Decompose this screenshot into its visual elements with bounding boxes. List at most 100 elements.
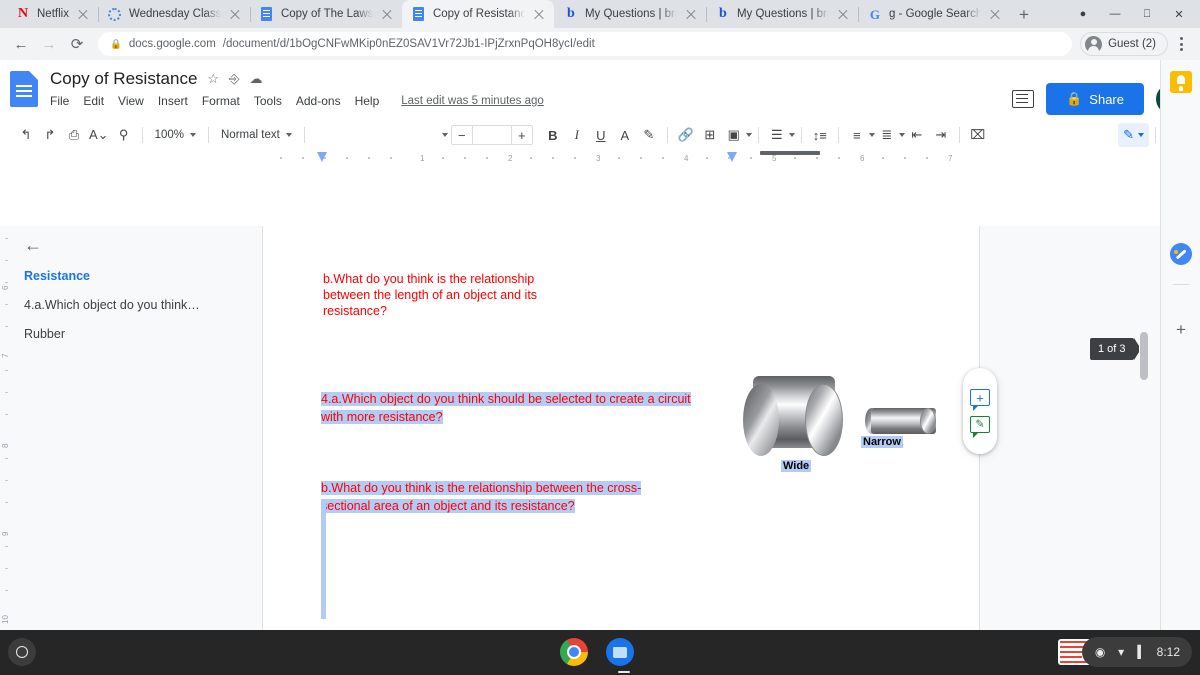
decrease-font-size-button[interactable]: − <box>452 128 472 143</box>
move-to-folder-icon[interactable]: ⎆ <box>229 71 239 87</box>
editing-mode-button[interactable]: ✎ <box>1118 123 1149 147</box>
navigation-bar: ← → ⟳ 🔒 docs.google.com/document/d/1bOgC… <box>0 28 1200 60</box>
tab-google-search[interactable]: G g - Google Search <box>858 0 1010 28</box>
tab-wednesday-class[interactable]: Wednesday Class <box>98 0 251 28</box>
paragraph-cross-sectional-question[interactable]: b.What do you think is the relationship … <box>321 479 661 515</box>
browser-window: N Netflix Wednesday Class Copy of The La… <box>0 0 1200 675</box>
bold-button[interactable]: B <box>541 123 565 147</box>
highlight-icon[interactable]: ✎ <box>637 123 661 147</box>
star-icon[interactable]: ☆ <box>207 71 219 87</box>
clock: 8:12 <box>1156 645 1180 659</box>
outline-item-resistance[interactable]: Resistance <box>24 269 254 283</box>
tab-copy-of-resistance[interactable]: Copy of Resistance <box>401 0 554 28</box>
outline-item-question-4a[interactable]: 4.a.Which object do you think… <box>24 298 254 312</box>
close-icon[interactable] <box>228 7 242 21</box>
close-window-button[interactable]: ✕ <box>1164 0 1194 28</box>
menu-add-ons[interactable]: Add-ons <box>296 94 341 108</box>
text-color-button[interactable]: A <box>613 123 637 147</box>
suggest-edit-icon[interactable]: ✎ <box>970 416 990 438</box>
link-icon[interactable]: 🔗 <box>674 123 698 147</box>
add-comment-icon[interactable]: + <box>970 389 990 411</box>
lock-icon: 🔒 <box>110 38 122 50</box>
line-spacing-icon[interactable]: ↕≡ <box>808 123 832 147</box>
extensions-icon[interactable]: ● <box>1068 0 1098 28</box>
redo-icon[interactable]: ↱ <box>38 123 62 147</box>
open-comment-history-icon[interactable] <box>1012 90 1035 108</box>
close-icon[interactable] <box>532 7 546 21</box>
tab-netflix[interactable]: N Netflix <box>6 0 99 28</box>
chrome-menu-button[interactable] <box>1170 37 1192 51</box>
back-icon[interactable]: ← <box>8 31 34 57</box>
back-arrow-icon[interactable]: ← <box>24 236 254 254</box>
tab-label: My Questions | bra <box>584 8 677 20</box>
vertical-scrollbar-track[interactable] <box>1139 226 1149 675</box>
minimize-button[interactable]: — <box>1100 0 1130 28</box>
tab-my-questions-1[interactable]: b My Questions | bra <box>554 0 707 28</box>
font-selector[interactable] <box>311 123 451 147</box>
undo-icon[interactable]: ↰ <box>14 123 38 147</box>
status-tray[interactable]: ◉ ▾ ▍ 8:12 <box>1081 637 1192 667</box>
ruler-selection <box>760 151 820 155</box>
share-button[interactable]: 🔒 Share <box>1046 83 1144 115</box>
close-icon[interactable] <box>76 7 90 21</box>
document-page-1[interactable]: b.What do you think is the relationship … <box>262 226 980 658</box>
chevron-down-icon[interactable] <box>745 133 752 137</box>
chevron-down-icon[interactable] <box>788 133 795 137</box>
add-side-panel-button[interactable]: + <box>1169 318 1193 342</box>
menu-file[interactable]: File <box>50 94 69 108</box>
profile-button[interactable]: Guest (2) <box>1080 32 1168 56</box>
menu-tools[interactable]: Tools <box>254 94 282 108</box>
horizontal-ruler[interactable]: 1 2 3 4 5 6 7 <box>0 150 1200 166</box>
menu-view[interactable]: View <box>118 94 144 108</box>
url-host: docs.google.com <box>128 38 216 50</box>
menu-format[interactable]: Format <box>202 94 240 108</box>
paragraph-text: 4.a.Which object do you think should be … <box>321 392 691 424</box>
close-icon[interactable] <box>988 7 1002 21</box>
align-icon[interactable]: ☰ <box>765 123 789 147</box>
insert-image-icon[interactable]: ▣ <box>722 123 746 147</box>
bulleted-list-icon[interactable]: ≣ <box>875 123 899 147</box>
outline-item-rubber[interactable]: Rubber <box>24 327 254 341</box>
last-edit-status[interactable]: Last edit was 5 minutes ago <box>401 95 544 107</box>
forward-icon[interactable]: → <box>36 31 62 57</box>
underline-button[interactable]: U <box>589 123 613 147</box>
menu-help[interactable]: Help <box>355 94 380 108</box>
paragraph-style-selector[interactable]: Normal text <box>215 129 298 141</box>
new-tab-button[interactable]: + <box>1010 0 1038 28</box>
google-tasks-icon[interactable] <box>1169 242 1193 266</box>
close-icon[interactable] <box>836 7 850 21</box>
cylinders-image[interactable]: Wide Narrow <box>743 376 936 486</box>
close-icon[interactable] <box>684 7 698 21</box>
close-icon[interactable] <box>380 7 394 21</box>
maximize-button[interactable]: ⎕ <box>1132 0 1162 28</box>
decrease-indent-icon[interactable]: ⇤ <box>905 123 929 147</box>
font-size-stepper[interactable]: − + <box>450 125 533 145</box>
spell-check-icon[interactable]: A⌄ <box>86 123 112 147</box>
print-icon[interactable]: ⎙ <box>62 123 86 147</box>
menu-insert[interactable]: Insert <box>158 94 188 108</box>
chrome-icon[interactable] <box>560 638 588 666</box>
paragraph-length-question[interactable]: b.What do you think is the relationship … <box>323 271 573 319</box>
tab-copy-of-the-laws[interactable]: Copy of The Laws <box>250 0 403 28</box>
add-comment-icon[interactable]: ⊞ <box>698 123 722 147</box>
numbered-list-icon[interactable]: ≡ <box>845 123 869 147</box>
increase-indent-icon[interactable]: ⇥ <box>929 123 953 147</box>
clear-formatting-icon[interactable]: ⌧ <box>966 123 990 147</box>
paint-format-icon[interactable]: ⚲ <box>112 123 136 147</box>
launcher-icon[interactable] <box>8 638 36 666</box>
reload-icon[interactable]: ⟳ <box>64 31 90 57</box>
address-bar[interactable]: 🔒 docs.google.com/document/d/1bOgCNFwMKi… <box>98 32 1073 56</box>
google-docs-icon <box>260 7 274 21</box>
increase-font-size-button[interactable]: + <box>512 128 532 143</box>
paragraph-question-4a[interactable]: 4.a.Which object do you think should be … <box>321 390 711 426</box>
italic-button[interactable]: I <box>565 123 589 147</box>
zoom-selector[interactable]: 100% <box>149 129 202 141</box>
font-size-input[interactable] <box>471 125 512 145</box>
document-outline: ← Resistance 4.a.Which object do you thi… <box>24 236 254 341</box>
files-icon[interactable] <box>606 638 634 666</box>
menu-edit[interactable]: Edit <box>83 94 104 108</box>
document-title[interactable]: Copy of Resistance <box>50 69 197 89</box>
google-keep-icon[interactable] <box>1169 70 1193 94</box>
vertical-scrollbar-thumb[interactable] <box>1140 332 1148 380</box>
tab-my-questions-2[interactable]: b My Questions | bra <box>706 0 859 28</box>
